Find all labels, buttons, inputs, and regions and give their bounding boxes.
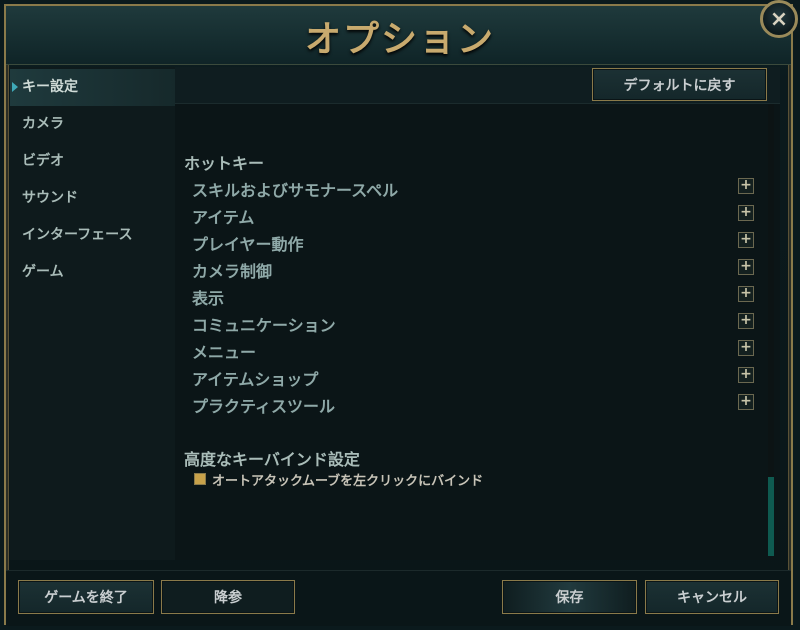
- sidebar-item-interface[interactable]: インターフェース: [10, 217, 175, 254]
- expand-plus-icon[interactable]: +: [738, 259, 754, 275]
- row-label: アイテムショップ: [192, 370, 319, 389]
- reset-defaults-button[interactable]: デフォルトに戻す: [592, 68, 767, 101]
- attack-move-label: オートアタックムーブを左クリックにバインド: [212, 474, 484, 489]
- expand-plus-icon[interactable]: +: [738, 313, 754, 329]
- sidebar-item-label: ビデオ: [22, 153, 64, 169]
- selected-arrow-icon: [12, 82, 18, 92]
- sidebar-item-game[interactable]: ゲーム: [10, 254, 175, 291]
- sidebar-item-video[interactable]: ビデオ: [10, 143, 175, 180]
- hotkey-row-items[interactable]: アイテム +: [192, 201, 762, 227]
- quit-game-button[interactable]: ゲームを終了: [18, 580, 154, 614]
- sidebar-item-label: インターフェース: [22, 227, 133, 243]
- hotkeys-heading: ホットキー: [184, 154, 265, 173]
- sidebar-item-camera[interactable]: カメラ: [10, 106, 175, 143]
- hotkey-row-item-shop[interactable]: アイテムショップ +: [192, 363, 762, 389]
- window-title: オプション: [304, 18, 495, 60]
- cancel-button[interactable]: キャンセル: [645, 580, 779, 614]
- sidebar-item-label: カメラ: [22, 116, 64, 132]
- expand-plus-icon[interactable]: +: [738, 367, 754, 383]
- row-label: スキルおよびサモナースペル: [192, 181, 399, 200]
- hotkey-row-abilities[interactable]: スキルおよびサモナースペル +: [192, 174, 762, 200]
- row-label: プラクティスツール: [192, 397, 336, 416]
- row-label: アイテム: [192, 208, 255, 227]
- hotkey-row-communication[interactable]: コミュニケーション +: [192, 309, 762, 335]
- hotkey-row-practice-tool[interactable]: プラクティスツール +: [192, 390, 762, 416]
- row-label: プレイヤー動作: [192, 235, 304, 254]
- surrender-button[interactable]: 降参: [161, 580, 295, 614]
- sidebar: キー設定 カメラ ビデオ サウンド インターフェース ゲーム: [10, 67, 175, 560]
- sidebar-item-label: サウンド: [22, 190, 78, 206]
- row-label: メニュー: [192, 343, 257, 362]
- scrollbar-thumb[interactable]: [768, 477, 774, 556]
- expand-plus-icon[interactable]: +: [738, 232, 754, 248]
- row-label: コミュニケーション: [192, 316, 336, 335]
- sidebar-item-sound[interactable]: サウンド: [10, 180, 175, 217]
- close-button[interactable]: ×: [760, 0, 798, 38]
- sidebar-item-label: ゲーム: [22, 264, 64, 280]
- hotkey-row-display[interactable]: 表示 +: [192, 282, 762, 308]
- attack-move-checkbox[interactable]: [194, 473, 206, 485]
- expand-plus-icon[interactable]: +: [738, 394, 754, 410]
- expand-plus-icon[interactable]: +: [738, 205, 754, 221]
- expand-plus-icon[interactable]: +: [738, 178, 754, 194]
- hotkey-row-menu[interactable]: メニュー +: [192, 336, 762, 362]
- row-label: 表示: [192, 289, 225, 308]
- hotkey-row-camera-control[interactable]: カメラ制御 +: [192, 255, 762, 281]
- sidebar-item-keybindings[interactable]: キー設定: [10, 69, 175, 106]
- sidebar-item-label: キー設定: [22, 79, 78, 95]
- row-label: カメラ制御: [192, 262, 273, 281]
- save-button[interactable]: 保存: [502, 580, 637, 614]
- expand-plus-icon[interactable]: +: [738, 286, 754, 302]
- expand-plus-icon[interactable]: +: [738, 340, 754, 356]
- advanced-keybind-heading: 高度なキーバインド設定: [184, 450, 360, 469]
- close-icon: ×: [769, 6, 789, 32]
- hotkey-row-player-movement[interactable]: プレイヤー動作 +: [192, 228, 762, 254]
